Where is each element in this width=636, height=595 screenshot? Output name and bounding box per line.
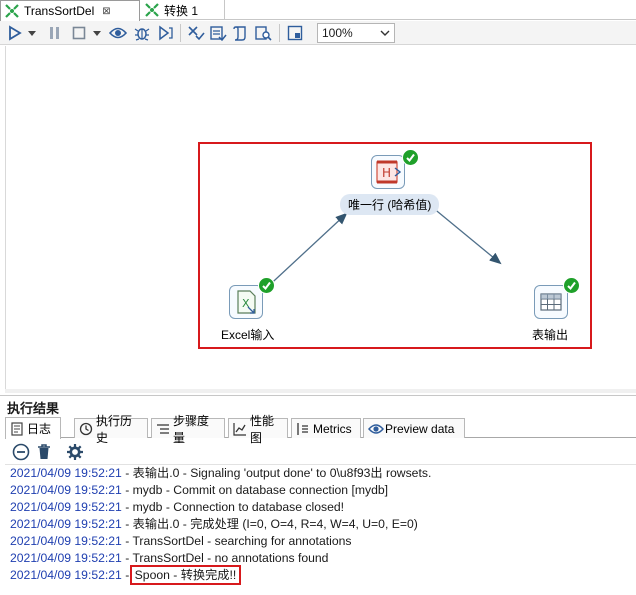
step-label-unique-rows[interactable]: 唯一行 (哈希值) xyxy=(340,194,440,215)
log-line: 2021/04/09 19:52:21 - 表输出.0 - Signaling … xyxy=(10,465,636,482)
step-excel-input[interactable]: X xyxy=(229,277,275,319)
log-line: 2021/04/09 19:52:21 - 表输出.0 - 完成处理 (I=0,… xyxy=(10,516,636,533)
gear-icon xyxy=(67,444,83,460)
status-ok-icon xyxy=(563,277,580,294)
log-timestamp: 2021/04/09 19:52:21 xyxy=(10,551,122,565)
log-toolbar xyxy=(6,441,636,463)
tab-log[interactable]: 日志 xyxy=(5,417,61,439)
log-timestamp: 2021/04/09 19:52:21 xyxy=(10,500,122,514)
chart-icon xyxy=(233,422,247,436)
results-tabs: 日志 执行历史 步骤度量 性能图 Metrics Preview data xyxy=(5,414,636,445)
log-line: 2021/04/09 19:52:21 - Spoon - 转换完成!! xyxy=(10,565,636,585)
log-icon xyxy=(10,421,24,436)
status-ok-icon xyxy=(258,277,275,294)
tab-performance-graph[interactable]: 性能图 xyxy=(228,414,288,445)
trash-icon xyxy=(38,444,50,459)
tab-preview-data[interactable]: Preview data xyxy=(363,418,465,438)
excel-input-icon: X xyxy=(229,285,263,319)
table-output-icon xyxy=(534,285,568,319)
log-message: - TransSortDel - searching for annotatio… xyxy=(121,534,352,548)
log-message: - mydb - Connection to database closed! xyxy=(121,500,345,514)
status-ok-icon xyxy=(402,149,419,166)
log-timestamp: 2021/04/09 19:52:21 xyxy=(10,517,122,531)
log-line: 2021/04/09 19:52:21 - mydb - Commit on d… xyxy=(10,482,636,499)
step-label-excel-input[interactable]: Excel输入 xyxy=(221,326,274,343)
minus-circle-icon xyxy=(12,443,30,461)
clock-icon xyxy=(79,422,93,436)
unique-rows-icon: H xyxy=(371,155,405,189)
delete-log-button[interactable] xyxy=(36,443,52,464)
tab-step-metrics[interactable]: 步骤度量 xyxy=(151,414,225,445)
tab-metrics[interactable]: Metrics xyxy=(291,418,361,438)
log-message: - 表输出.0 - 完成处理 (I=0, O=4, R=4, W=4, U=0,… xyxy=(121,517,418,531)
log-message-prefix: - xyxy=(121,568,133,582)
log-line: 2021/04/09 19:52:21 - mydb - Connection … xyxy=(10,499,636,516)
log-message: - 表输出.0 - Signaling 'output done' to 0\u… xyxy=(121,466,432,480)
log-timestamp: 2021/04/09 19:52:21 xyxy=(10,466,122,480)
clear-log-button[interactable] xyxy=(12,443,30,464)
log-timestamp: 2021/04/09 19:52:21 xyxy=(10,568,122,582)
log-settings-button[interactable] xyxy=(66,443,84,464)
step-table-output[interactable] xyxy=(534,277,580,319)
step-label-table-output[interactable]: 表输出 xyxy=(532,326,568,343)
log-line: 2021/04/09 19:52:21 - TransSortDel - no … xyxy=(10,550,636,567)
tab-execution-history[interactable]: 执行历史 xyxy=(74,414,148,445)
log-message: - mydb - Commit on database connection [… xyxy=(121,483,389,497)
log-timestamp: 2021/04/09 19:52:21 xyxy=(10,483,122,497)
log-timestamp: 2021/04/09 19:52:21 xyxy=(10,534,122,548)
step-unique-rows[interactable]: H xyxy=(371,149,419,189)
log-output[interactable]: 2021/04/09 19:52:21 - 表输出.0 - Signaling … xyxy=(5,464,636,595)
metrics-icon xyxy=(296,422,310,436)
svg-text:H: H xyxy=(382,166,391,180)
eye-icon xyxy=(368,422,384,436)
list-icon xyxy=(156,422,170,436)
log-message: - TransSortDel - no annotations found xyxy=(121,551,329,565)
log-message-completed: Spoon - 转换完成!! xyxy=(129,565,242,585)
log-line: 2021/04/09 19:52:21 - TransSortDel - sea… xyxy=(10,533,636,550)
